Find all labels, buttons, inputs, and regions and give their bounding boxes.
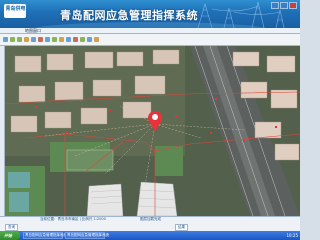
window-controls [271,2,297,9]
close-button[interactable] [289,2,297,9]
pan-icon[interactable] [3,37,8,42]
search-icon[interactable] [52,37,57,42]
logo-text: 青岛供电 [5,6,26,12]
status-line-location: 当前位置：青岛市市南区 | 比例尺 1:2000 [40,217,106,221]
route-icon[interactable] [80,37,85,42]
select-icon[interactable] [24,37,29,42]
layer-icon[interactable] [45,37,50,42]
help-icon[interactable] [94,37,99,42]
print-icon[interactable] [59,37,64,42]
taskbar-item-1-label: 青岛配网应急管理指挥系统 [25,233,67,237]
maximize-button[interactable] [280,2,288,9]
zoom-out-icon[interactable] [17,37,22,42]
tab-query[interactable]: 查询 [5,224,18,231]
minimize-button[interactable] [271,2,279,9]
title-banner: 青岛供电 青岛配网应急管理指挥系统 [0,0,300,28]
toolbar [0,34,300,46]
start-label: 开始 [4,233,12,238]
satellite-map[interactable] [5,46,300,216]
zoom-in-icon[interactable] [10,37,15,42]
alarm-icon[interactable] [73,37,78,42]
settings-icon[interactable] [87,37,92,42]
export-icon[interactable] [66,37,71,42]
tab-result[interactable]: 结果 [175,224,188,231]
status-line-layer: 图层加载完成 [140,217,161,221]
refresh-icon[interactable] [31,37,36,42]
taskbar-item-2-label: 青岛配网应急管理指挥系统 [67,233,109,237]
map-view[interactable] [5,46,300,216]
app-title: 青岛配网应急管理指挥系统 [60,9,198,22]
measure-icon[interactable] [38,37,43,42]
clock: 10:25 [286,233,298,238]
